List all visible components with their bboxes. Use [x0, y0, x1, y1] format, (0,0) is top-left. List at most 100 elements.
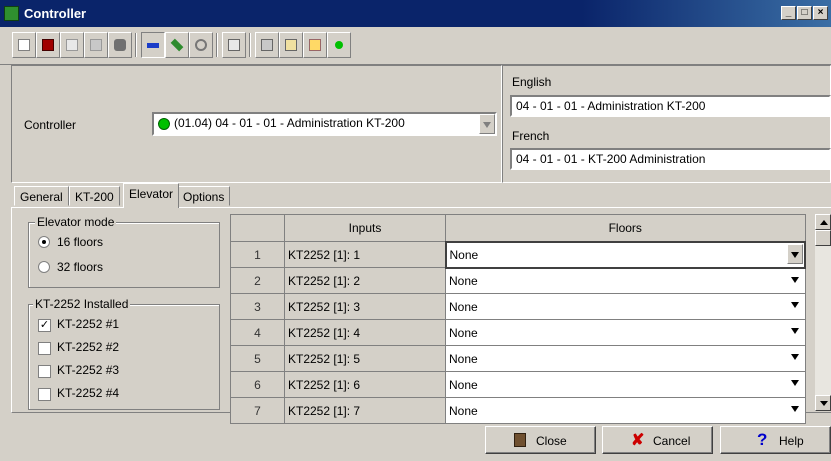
download-icon[interactable]: [279, 32, 303, 58]
french-name-input[interactable]: 04 - 01 - 01 - KT-200 Administration: [510, 148, 831, 170]
input-cell: KT2252 [1]: 7: [284, 397, 446, 424]
window-title: Controller: [24, 6, 87, 21]
english-label: English: [512, 75, 552, 89]
kt2252-4-checkbox[interactable]: [38, 388, 51, 401]
row-number: 3: [230, 293, 285, 320]
tools-icon[interactable]: [303, 32, 327, 58]
chevron-down-icon[interactable]: [790, 406, 799, 412]
toolbar: [0, 27, 831, 65]
tab-kt-200[interactable]: KT-200: [69, 186, 120, 206]
row-number: 6: [230, 371, 285, 398]
input-cell: KT2252 [1]: 3: [284, 293, 446, 320]
floor-select[interactable]: None: [445, 319, 806, 346]
french-label: French: [512, 129, 550, 143]
row-number: 7: [230, 397, 285, 424]
print-icon[interactable]: [108, 32, 132, 58]
door-icon: [514, 433, 526, 447]
floor-select[interactable]: None: [445, 345, 806, 372]
tab-general[interactable]: General: [14, 186, 69, 206]
kt2252-1-checkbox[interactable]: ✓: [38, 319, 51, 332]
help-question-icon: ?: [757, 430, 768, 449]
floor-value: None: [449, 351, 478, 366]
table-row: 7 KT2252 [1]: 7 None: [230, 397, 806, 424]
chevron-down-icon[interactable]: [479, 114, 495, 134]
new-icon[interactable]: [12, 32, 36, 58]
reset-icon[interactable]: [255, 32, 279, 58]
link-icon[interactable]: [141, 32, 165, 58]
kt2252-1-label: KT-2252 #1: [57, 317, 120, 331]
controller-label: Controller: [24, 118, 77, 132]
chevron-down-icon[interactable]: [790, 302, 799, 308]
input-cell: KT2252 [1]: 2: [284, 267, 446, 294]
table-row: 4 KT2252 [1]: 4 None: [230, 319, 806, 346]
scroll-up-icon[interactable]: [815, 214, 831, 230]
controller-select-value: (01.04) 04 - 01 - 01 - Administration KT…: [174, 116, 405, 130]
delete-icon[interactable]: [84, 32, 108, 58]
input-cell: KT2252 [1]: 4: [284, 319, 446, 346]
kt2252-3-checkbox[interactable]: [38, 365, 51, 378]
maximize-icon[interactable]: □: [797, 6, 812, 20]
help-button[interactable]: ? Help: [720, 426, 831, 454]
table-row: 2 KT2252 [1]: 2 None: [230, 267, 806, 294]
elevator-mode-group: [28, 222, 220, 288]
close-window-icon[interactable]: ×: [813, 6, 828, 20]
table-row: 6 KT2252 [1]: 6 None: [230, 371, 806, 398]
kt2252-title: KT-2252 Installed: [33, 297, 131, 311]
scroll-down-icon[interactable]: [815, 395, 831, 411]
inputs-header: Inputs: [284, 214, 446, 242]
floor-select[interactable]: None: [445, 267, 806, 294]
radio-16-floors-label: 16 floors: [57, 235, 104, 249]
kt2252-2-label: KT-2252 #2: [57, 340, 120, 354]
cancel-button[interactable]: ✘ Cancel: [602, 426, 713, 454]
radio-16-floors[interactable]: [38, 236, 50, 248]
tab-options[interactable]: Options: [177, 186, 231, 206]
floor-select[interactable]: None: [444, 240, 806, 269]
chevron-down-icon[interactable]: [790, 276, 799, 283]
row-number: 2: [230, 267, 285, 294]
chevron-down-icon[interactable]: [787, 243, 803, 264]
elevator-mode-title: Elevator mode: [35, 215, 117, 229]
input-cell: KT2252 [1]: 1: [284, 241, 446, 268]
vertical-scrollbar[interactable]: [815, 214, 831, 411]
app-icon: [4, 6, 19, 21]
toolbar-separator: [135, 33, 137, 57]
floor-select[interactable]: None: [445, 371, 806, 398]
radio-32-floors-label: 32 floors: [57, 260, 104, 274]
floor-mapping-table: Inputs Floors 1 KT2252 [1]: 1 None 2 KT2252…: [230, 214, 806, 424]
close-button[interactable]: Close: [485, 426, 596, 454]
chevron-down-icon[interactable]: [790, 380, 799, 386]
properties-icon[interactable]: [222, 32, 246, 58]
row-number: 1: [230, 241, 285, 268]
cancel-x-icon: ✘: [631, 432, 645, 449]
input-cell: KT2252 [1]: 5: [284, 345, 446, 372]
close-button-label: Close: [536, 434, 567, 448]
online-status-icon: [158, 118, 170, 130]
row-number-header: [230, 214, 285, 242]
save-icon[interactable]: [36, 32, 60, 58]
chevron-down-icon[interactable]: [790, 354, 799, 360]
floor-select[interactable]: None: [445, 397, 806, 424]
scroll-thumb[interactable]: [815, 230, 831, 246]
controller-select[interactable]: (01.04) 04 - 01 - 01 - Administration KT…: [152, 112, 497, 136]
toolbar-separator: [249, 33, 251, 57]
floor-value: None: [449, 325, 478, 340]
copy-icon[interactable]: [60, 32, 84, 58]
floor-value: None: [449, 377, 478, 392]
row-number: 5: [230, 345, 285, 372]
toolbar-separator: [216, 33, 218, 57]
floor-select[interactable]: None: [445, 293, 806, 320]
help-button-label: Help: [779, 434, 804, 448]
table-row: 3 KT2252 [1]: 3 None: [230, 293, 806, 320]
input-cell: KT2252 [1]: 6: [284, 371, 446, 398]
tab-elevator[interactable]: Elevator: [123, 183, 180, 208]
kt2252-2-checkbox[interactable]: [38, 342, 51, 355]
find-icon[interactable]: [189, 32, 213, 58]
english-name-input[interactable]: 04 - 01 - 01 - Administration KT-200: [510, 95, 831, 117]
edit-icon[interactable]: [165, 32, 189, 58]
minimize-icon[interactable]: _: [781, 6, 796, 20]
radio-32-floors[interactable]: [38, 261, 50, 273]
status-icon[interactable]: [327, 32, 351, 58]
table-row: 1 KT2252 [1]: 1 None: [230, 240, 806, 269]
chevron-down-icon[interactable]: [790, 328, 799, 334]
floors-header: Floors: [445, 214, 806, 242]
